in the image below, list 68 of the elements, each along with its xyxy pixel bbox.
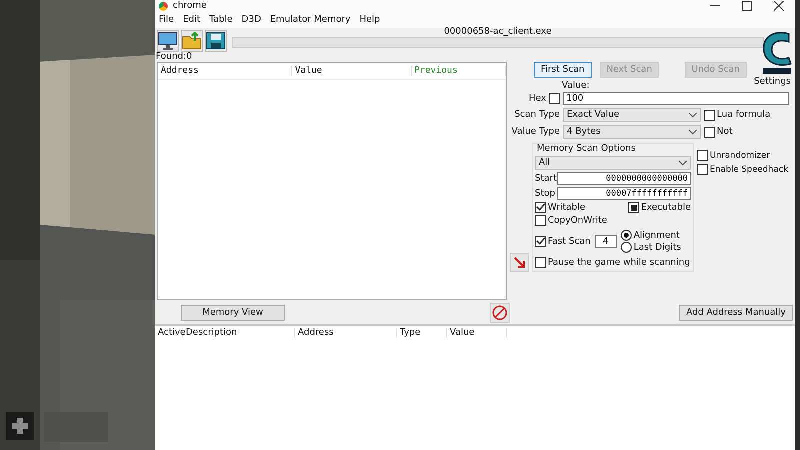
option-label: Writable xyxy=(548,202,586,212)
column-header[interactable]: Value xyxy=(292,66,412,76)
value-label: Value: xyxy=(562,81,590,92)
results-list[interactable]: Address Value Previous xyxy=(157,62,507,300)
checkbox[interactable] xyxy=(697,150,708,161)
checkbox[interactable] xyxy=(535,257,546,268)
monitor-icon[interactable] xyxy=(157,30,179,52)
option-label: Alignment xyxy=(634,230,680,240)
caret-icon xyxy=(679,160,687,166)
menu-item[interactable]: Table xyxy=(210,15,233,25)
radio-button[interactable] xyxy=(620,242,632,253)
group-title: Memory Scan Options xyxy=(536,144,637,154)
scan-type-label: Scan Type xyxy=(514,110,560,120)
column-header[interactable]: Address xyxy=(158,66,292,76)
menu-item[interactable]: Emulator Memory xyxy=(270,15,351,25)
checkbox[interactable] xyxy=(535,202,546,213)
menu-item[interactable]: Edit xyxy=(183,15,200,25)
checkbox[interactable] xyxy=(628,202,640,213)
column-header[interactable]: Address xyxy=(295,328,397,338)
region-dropdown[interactable]: All xyxy=(535,156,691,170)
scan-button[interactable]: First Scan xyxy=(534,62,592,78)
menu-item[interactable]: File xyxy=(159,15,174,25)
option-label: Fast Scan xyxy=(548,236,591,246)
value-type-label: Value Type xyxy=(510,127,560,137)
save-icon[interactable] xyxy=(205,30,227,52)
column-header[interactable]: Active xyxy=(155,328,183,338)
option-label: Pause the game while scanning xyxy=(548,258,690,268)
settings-link[interactable]: Settings xyxy=(754,77,791,87)
value-field[interactable]: 100 xyxy=(563,92,790,105)
start-field[interactable]: 0000000000000000 xyxy=(557,172,691,185)
found-count: Found:0 xyxy=(155,52,194,62)
hex-checkbox[interactable] xyxy=(549,93,560,104)
option-label: CopyOnWrite xyxy=(548,216,608,226)
add-address-button[interactable]: Add Address Manually xyxy=(679,305,793,321)
checkbox[interactable] xyxy=(697,164,708,175)
hex-label: Hex xyxy=(529,94,546,104)
stop-icon[interactable] xyxy=(490,303,510,323)
process-name: 00000658-ac_client.exe xyxy=(444,27,552,37)
address-list[interactable]: ActiveDescription Address Type Value xyxy=(155,324,795,450)
option-label: Unrandomizer xyxy=(710,150,770,160)
maximize-icon[interactable] xyxy=(742,1,752,11)
column-header[interactable]: Previous xyxy=(412,66,506,76)
chrome-icon xyxy=(159,2,168,10)
option-label: Enable Speedhack xyxy=(710,164,788,174)
caret-icon xyxy=(689,130,697,134)
close-icon[interactable] xyxy=(774,1,784,11)
caret-icon xyxy=(689,112,697,118)
checkbox[interactable] xyxy=(535,215,546,226)
option-label: Last Digits xyxy=(634,242,682,252)
menu-item[interactable]: Help xyxy=(360,15,380,25)
checkbox[interactable] xyxy=(704,110,715,120)
option-label: Lua formula xyxy=(717,110,771,120)
stop-field[interactable]: 00007fffffffffff xyxy=(557,187,691,200)
scan-type-dropdown[interactable]: Exact Value xyxy=(563,108,701,122)
option-label: Not xyxy=(717,127,733,137)
fast-scan-field[interactable]: 4 xyxy=(594,235,617,248)
checkbox[interactable] xyxy=(704,126,715,138)
stop-label: Stop xyxy=(535,188,553,198)
value-type-dropdown[interactable]: 4 Bytes xyxy=(563,125,701,139)
column-header[interactable]: Type xyxy=(397,328,447,338)
checkbox[interactable] xyxy=(535,236,546,247)
menu-item[interactable]: D3D xyxy=(242,15,262,25)
column-header[interactable]: Value xyxy=(447,328,507,338)
memory-view-button[interactable]: Memory View xyxy=(181,305,285,321)
window-title: chrome xyxy=(173,0,207,12)
folder-icon[interactable] xyxy=(181,30,203,52)
option-label: Executable xyxy=(641,202,691,212)
radio-button[interactable] xyxy=(620,230,632,241)
